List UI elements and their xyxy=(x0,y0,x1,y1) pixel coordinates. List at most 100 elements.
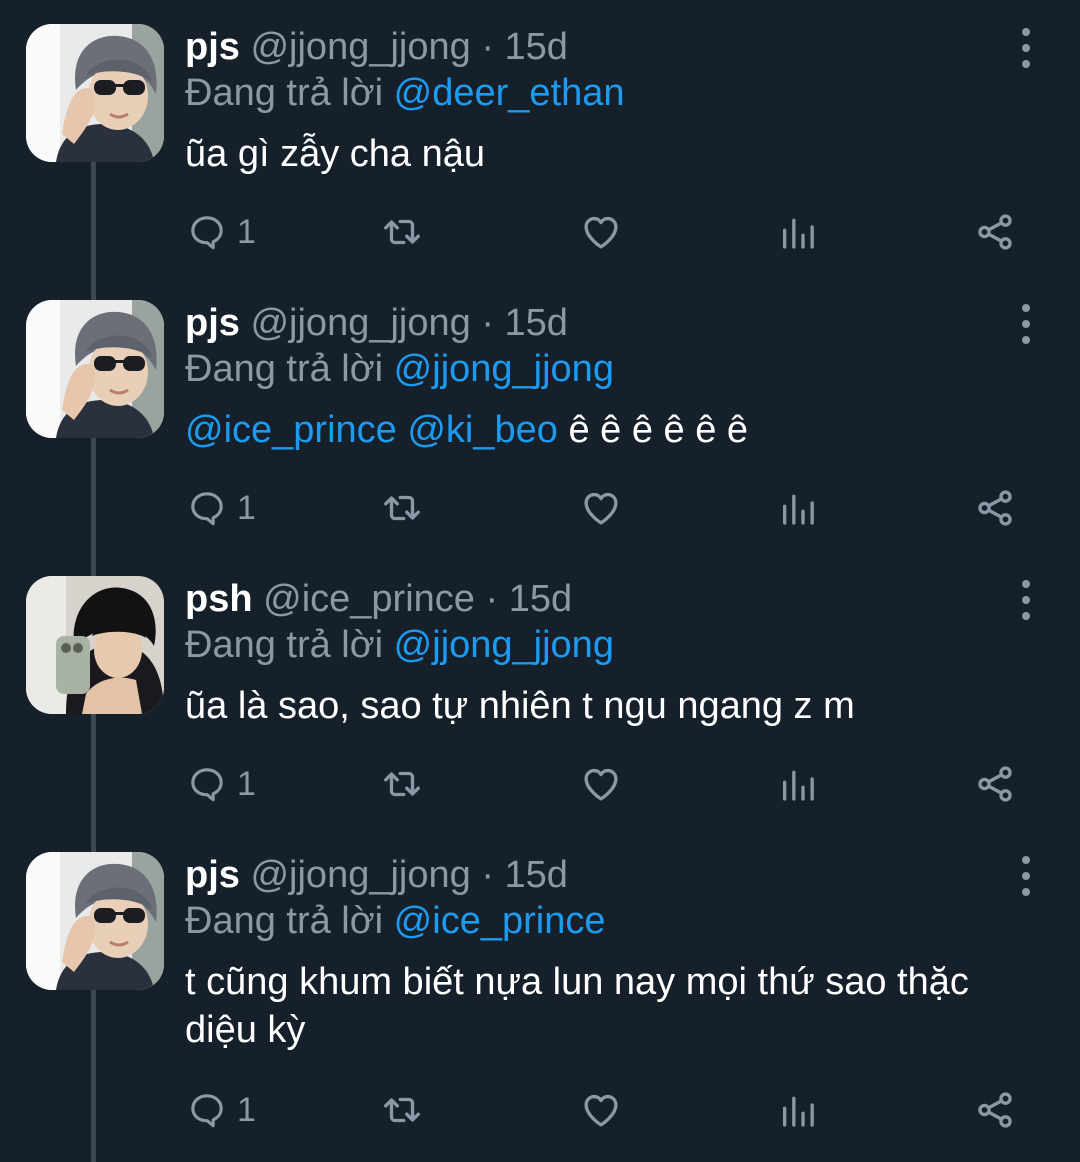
display-name[interactable]: pjs xyxy=(185,302,240,344)
views-icon xyxy=(783,1096,814,1127)
timestamp[interactable]: 15d xyxy=(505,26,568,68)
views-button[interactable] xyxy=(778,1088,818,1132)
tweet-text-body: ê ê ê ê ê ê xyxy=(557,409,749,451)
retweet-button[interactable] xyxy=(381,486,423,530)
tweet-header: pjs @jjong_jjong · 15d xyxy=(185,852,1010,898)
reply-icon xyxy=(191,768,223,802)
display-name[interactable]: pjs xyxy=(185,854,240,896)
tweet-text: ũa là sao, sao tự nhiên t ngu ngang z m xyxy=(185,682,1010,730)
user-handle[interactable]: @jjong_jjong xyxy=(250,854,470,896)
replying-to-mention[interactable]: @jjong_jjong xyxy=(394,624,614,666)
tweet-body: psh @ice_prince · 15d Đang trả lời @jjon… xyxy=(185,576,1010,730)
more-options-icon[interactable] xyxy=(1014,580,1038,620)
replying-to-mention[interactable]: @ice_prince xyxy=(394,900,606,942)
avatar-sunglasses-person[interactable] xyxy=(26,300,164,438)
timestamp[interactable]: 15d xyxy=(505,854,568,896)
user-handle[interactable]: @jjong_jjong xyxy=(250,302,470,344)
tweet-mentions[interactable]: @ice_prince @ki_beo xyxy=(185,409,558,451)
more-options-icon[interactable] xyxy=(1014,28,1038,68)
share-icon xyxy=(978,766,1012,802)
reply-icon xyxy=(191,492,223,526)
user-handle[interactable]: @ice_prince xyxy=(263,578,475,620)
tweet-body: pjs @jjong_jjong · 15d Đang trả lời @dee… xyxy=(185,24,1010,178)
reply-icon xyxy=(191,216,223,250)
views-icon xyxy=(783,218,814,249)
retweet-icon xyxy=(384,1097,420,1123)
retweet-icon xyxy=(384,495,420,521)
tweet-text-body: ũa là sao, sao tự nhiên t ngu ngang z m xyxy=(185,685,855,727)
separator-dot: · xyxy=(485,578,509,620)
more-options-icon[interactable] xyxy=(1014,856,1038,896)
reply-button[interactable]: 1 xyxy=(187,486,256,530)
like-button[interactable] xyxy=(580,1088,622,1132)
timestamp[interactable]: 15d xyxy=(509,578,572,620)
retweet-button[interactable] xyxy=(381,1088,423,1132)
reply-count: 1 xyxy=(237,1090,256,1129)
views-button[interactable] xyxy=(778,486,818,530)
tweet-text: t cũng khum biết nựa lun nay mọi thứ sao… xyxy=(185,958,1010,1054)
like-button[interactable] xyxy=(580,486,622,530)
reply-button[interactable]: 1 xyxy=(187,210,256,254)
replying-to-line: Đang trả lời @ice_prince xyxy=(185,898,1010,944)
tweet-header: psh @ice_prince · 15d xyxy=(185,576,1010,622)
like-icon xyxy=(584,492,618,525)
action-bar: 1 xyxy=(185,1088,1020,1132)
views-icon xyxy=(783,770,814,801)
retweet-button[interactable] xyxy=(381,210,423,254)
like-icon xyxy=(584,1094,618,1127)
reply-button[interactable]: 1 xyxy=(187,762,256,806)
replying-label: Đang trả lời xyxy=(185,900,384,942)
replying-to-line: Đang trả lời @jjong_jjong xyxy=(185,346,1010,392)
tweet-body: pjs @jjong_jjong · 15d Đang trả lời @ice… xyxy=(185,852,1010,1054)
share-button[interactable] xyxy=(974,762,1016,806)
avatar-sunglasses-person[interactable] xyxy=(26,24,164,162)
share-button[interactable] xyxy=(974,210,1016,254)
separator-dot: · xyxy=(481,302,505,344)
separator-dot: · xyxy=(481,26,505,68)
action-bar: 1 xyxy=(185,762,1020,806)
like-icon xyxy=(584,768,618,801)
tweet-header: pjs @jjong_jjong · 15d xyxy=(185,300,1010,346)
tweet-text: ũa gì zẫy cha nậu xyxy=(185,130,1010,178)
like-button[interactable] xyxy=(580,762,622,806)
display-name[interactable]: psh xyxy=(185,578,253,620)
replying-to-mention[interactable]: @jjong_jjong xyxy=(394,348,614,390)
views-button[interactable] xyxy=(778,762,818,806)
tweet-header: pjs @jjong_jjong · 15d xyxy=(185,24,1010,70)
action-bar: 1 xyxy=(185,210,1020,254)
reply-count: 1 xyxy=(237,764,256,803)
replying-to-line: Đang trả lời @deer_ethan xyxy=(185,70,1010,116)
replying-to-line: Đang trả lời @jjong_jjong xyxy=(185,622,1010,668)
reply-count: 1 xyxy=(237,212,256,251)
more-options-icon[interactable] xyxy=(1014,304,1038,344)
timestamp[interactable]: 15d xyxy=(505,302,568,344)
retweet-icon xyxy=(384,219,420,245)
replying-label: Đang trả lời xyxy=(185,624,384,666)
user-handle[interactable]: @jjong_jjong xyxy=(250,26,470,68)
separator-dot: · xyxy=(481,854,505,896)
retweet-button[interactable] xyxy=(381,762,423,806)
share-icon xyxy=(978,214,1012,250)
views-button[interactable] xyxy=(778,210,818,254)
tweet-text: @ice_prince @ki_beo ê ê ê ê ê ê xyxy=(185,406,1010,454)
reply-button[interactable]: 1 xyxy=(187,1088,256,1132)
views-icon xyxy=(783,494,814,525)
share-button[interactable] xyxy=(974,486,1016,530)
avatar-sunglasses-person[interactable] xyxy=(26,852,164,990)
action-bar: 1 xyxy=(185,486,1020,530)
avatar-mirror-selfie-person[interactable] xyxy=(26,576,164,714)
share-icon xyxy=(978,1092,1012,1128)
tweet-text-body: t cũng khum biết nựa lun nay mọi thứ sao… xyxy=(185,961,969,1051)
share-button[interactable] xyxy=(974,1088,1016,1132)
reply-count: 1 xyxy=(237,488,256,527)
replying-label: Đang trả lời xyxy=(185,72,384,114)
display-name[interactable]: pjs xyxy=(185,26,240,68)
share-icon xyxy=(978,490,1012,526)
retweet-icon xyxy=(384,771,420,797)
reply-icon xyxy=(191,1094,223,1128)
replying-label: Đang trả lời xyxy=(185,348,384,390)
like-button[interactable] xyxy=(580,210,622,254)
tweet-text-body: ũa gì zẫy cha nậu xyxy=(185,133,485,175)
tweet-body: pjs @jjong_jjong · 15d Đang trả lời @jjo… xyxy=(185,300,1010,454)
replying-to-mention[interactable]: @deer_ethan xyxy=(394,72,625,114)
